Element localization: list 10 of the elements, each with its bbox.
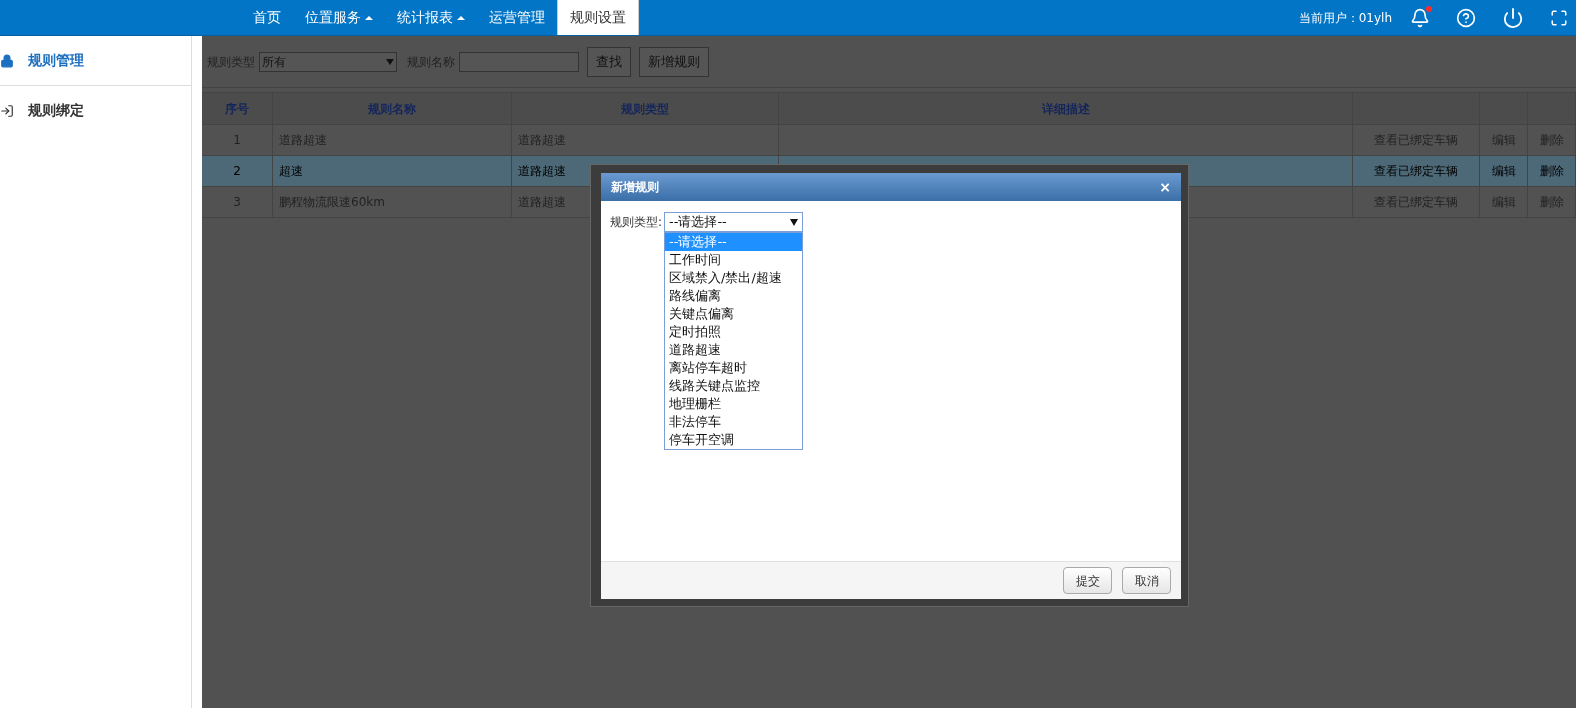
table-cell-text: 道路超速: [518, 163, 566, 180]
current-user: 当前用户：01ylh: [1298, 9, 1392, 27]
column-header: 详细描述: [779, 93, 1353, 124]
dialog-title: 新增规则: [611, 179, 659, 196]
column-header: 规则类型: [512, 93, 779, 124]
table-cell-text: 2: [233, 163, 241, 180]
column-header: 规则名称: [273, 93, 512, 124]
table-cell-text: 超速: [279, 163, 303, 180]
field-label: 规则类型:: [610, 214, 663, 231]
column-header: 序号: [202, 93, 273, 124]
